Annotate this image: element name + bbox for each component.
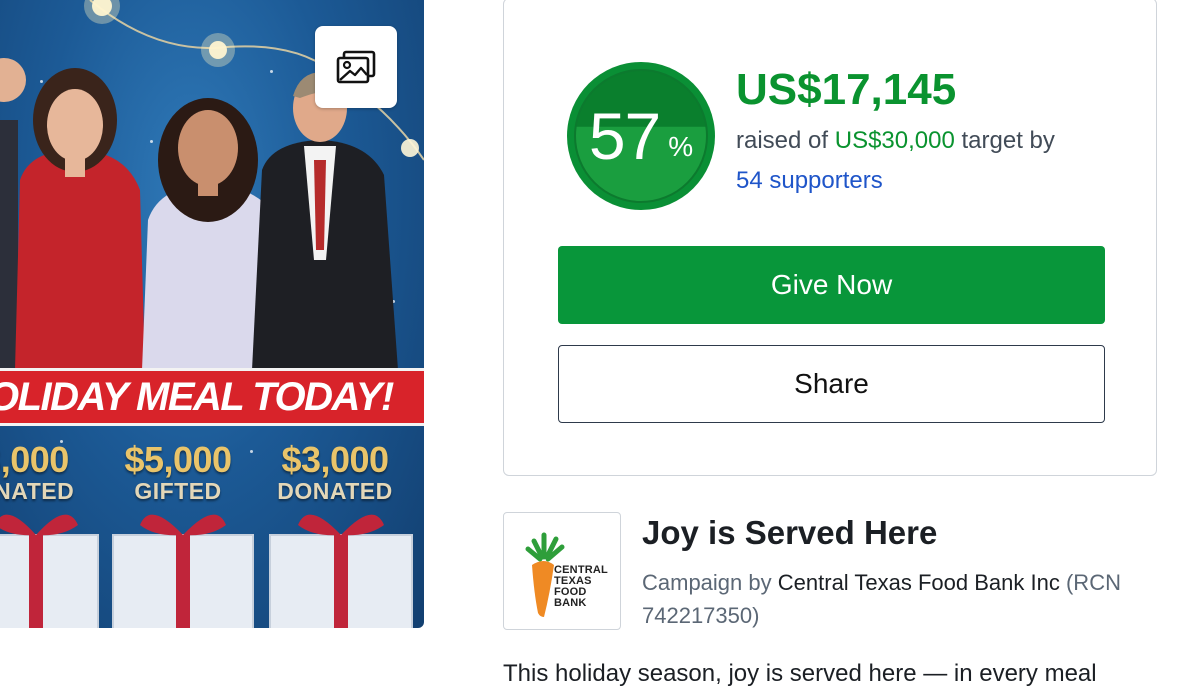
target-amount: US$30,000 [834,127,955,154]
progress-gauge: 57 % [566,61,716,211]
raised-prefix: raised of [736,127,829,154]
share-button[interactable]: Share [558,345,1105,423]
campaign-description: This holiday season, joy is served here … [503,660,1097,687]
gift-boxes-illustration [0,514,413,628]
donation-progress-card: 57 % US$17,145 raised of US$30,000 targe… [503,0,1157,476]
give-now-button[interactable]: Give Now [558,246,1105,324]
raised-amount: US$17,145 [736,65,957,114]
view-gallery-button[interactable] [315,26,397,108]
campaign-organizer: Campaign by Central Texas Food Bank Inc … [642,566,1162,632]
raised-target-line: raised of US$30,000 target by [736,127,1055,155]
campaign-title: Joy is Served Here [642,514,938,551]
banner-stat-1: 3,000 ONATED [0,439,75,504]
campaign-banner-image[interactable]: OLIDAY MEAL TODAY! 3,000 ONATED $5,000 G… [0,0,424,628]
logo-text: CENTRAL TEXAS FOOD BANK [554,564,608,609]
progress-percent: 57 % [566,61,716,211]
organizer-name-link[interactable]: Central Texas Food Bank Inc [778,570,1060,595]
banner-stat-3: $3,000 DONATED [277,439,393,504]
banner-headline: OLIDAY MEAL TODAY! [0,368,424,426]
campaign-by-label: Campaign by [642,570,772,595]
organization-logo[interactable]: CENTRAL TEXAS FOOD BANK [503,512,621,630]
banner-stat-2: $5,000 GIFTED [124,439,232,504]
percent-symbol: % [668,131,694,162]
supporters-link[interactable]: 54 supporters [736,167,883,195]
target-suffix: target by [961,127,1055,154]
image-gallery-icon [336,50,376,84]
percent-value: 57 [588,99,661,173]
